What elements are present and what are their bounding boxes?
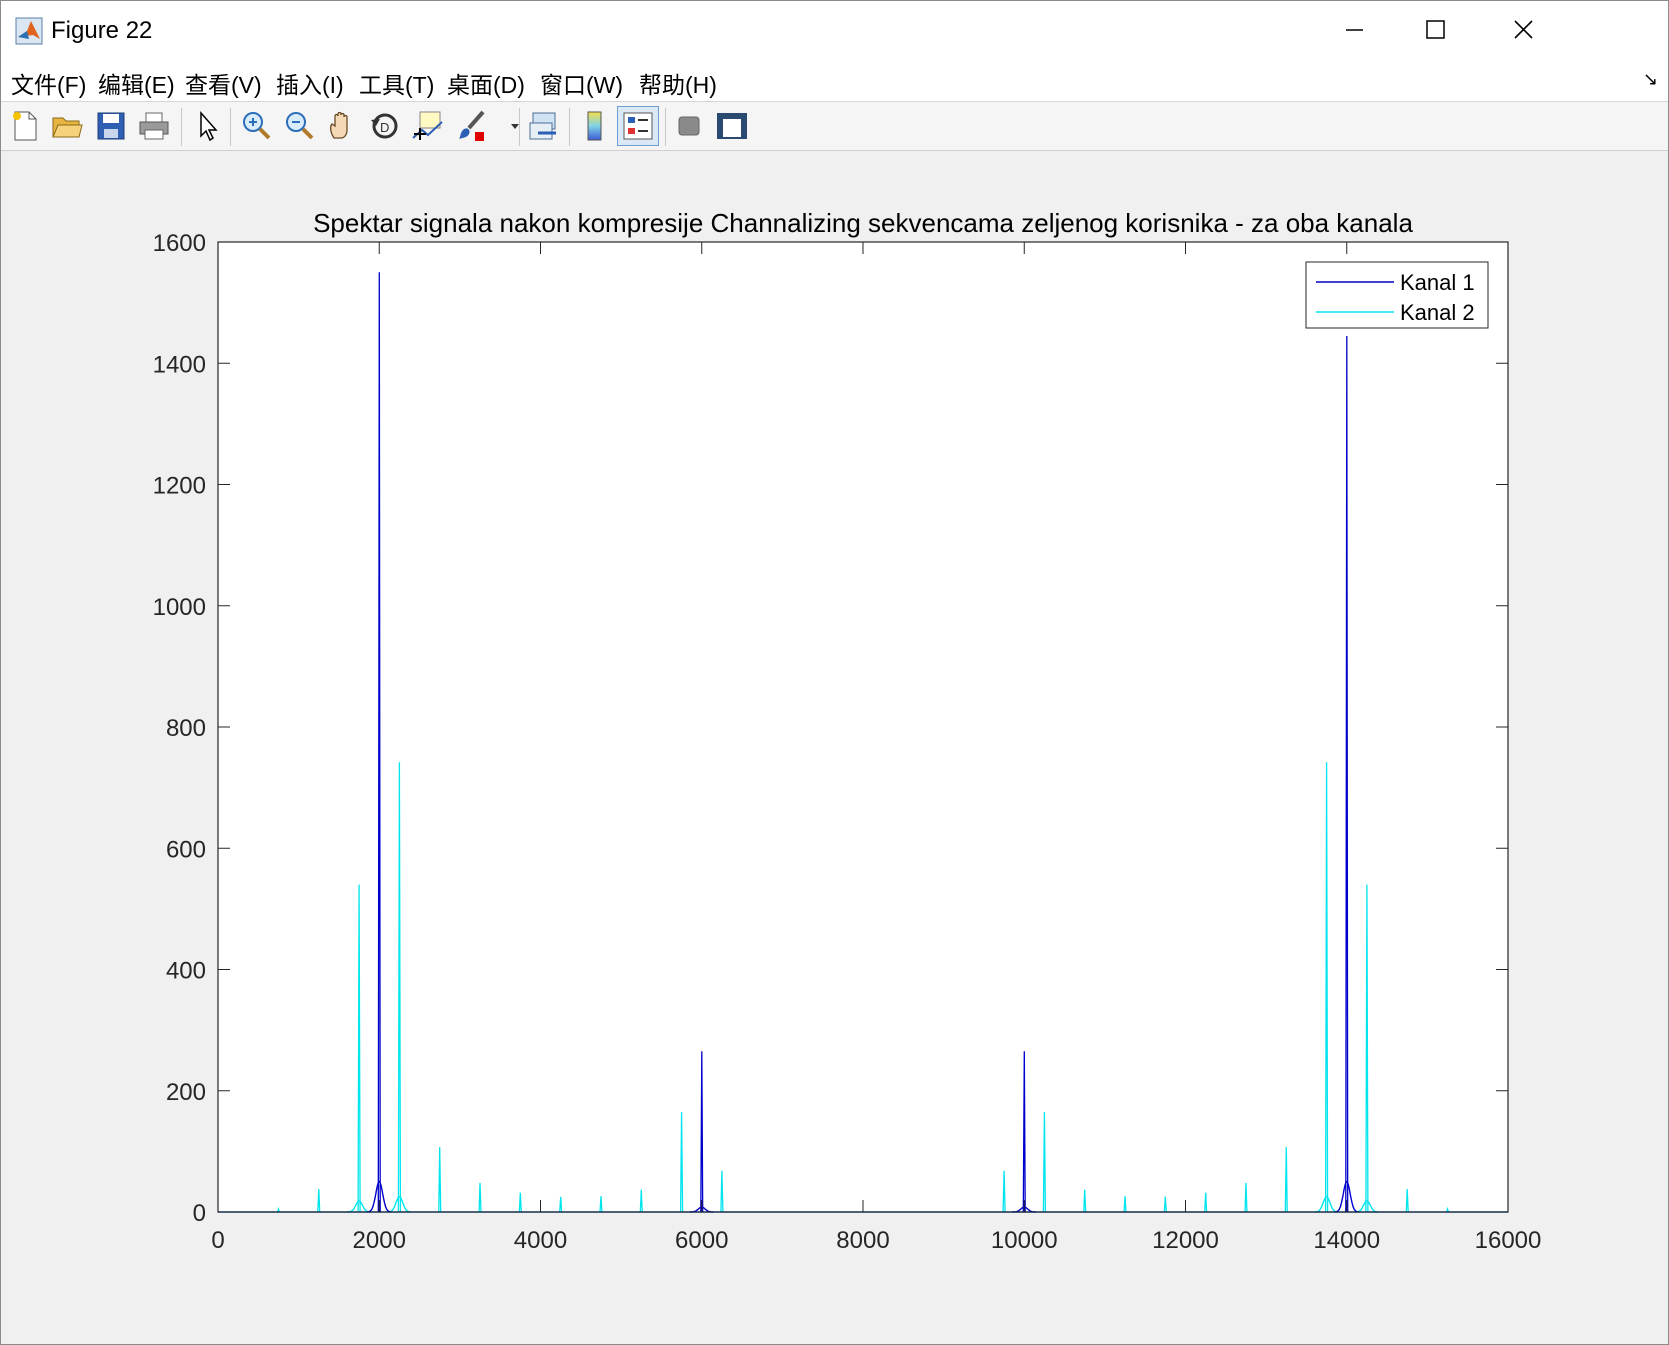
title-bar: Figure 22: [1, 1, 1668, 59]
legend-label-kanal-2: Kanal 2: [1400, 300, 1475, 325]
y-tick-label: 1400: [153, 351, 206, 378]
minimize-icon: [1346, 29, 1363, 31]
colorbar-icon[interactable]: [577, 108, 613, 144]
axes-background: [218, 242, 1508, 1212]
chart: 0 2000 4000 6000 8000 10000 12000 14000 16000 0 20…: [153, 208, 1542, 1254]
pan-icon[interactable]: [324, 108, 360, 144]
minimize-button[interactable]: [1308, 1, 1400, 59]
toolbar-separator: [519, 108, 520, 146]
maximize-button[interactable]: [1393, 1, 1485, 59]
x-tick-label: 6000: [675, 1227, 728, 1254]
y-tick-label: 400: [166, 958, 206, 985]
dock-figure-icon[interactable]: ↘: [1643, 69, 1658, 90]
figure-toolbar: D: [1, 102, 1668, 151]
data-cursor-icon[interactable]: [410, 108, 446, 144]
open-file-icon[interactable]: [49, 108, 85, 144]
legend[interactable]: Kanal 1 Kanal 2: [1305, 261, 1489, 329]
window-title: Figure 22: [51, 17, 153, 44]
menu-file[interactable]: 文件(F): [11, 66, 86, 100]
menu-bar: 文件(F) 编辑(E) 查看(V) 插入(I) 工具(T) 桌面(D) 窗口(W…: [1, 59, 1668, 102]
menu-tools[interactable]: 工具(T): [359, 66, 434, 100]
print-icon[interactable]: [136, 108, 172, 144]
menu-view[interactable]: 查看(V): [185, 66, 262, 100]
new-figure-icon[interactable]: [7, 108, 43, 144]
y-tick-label: 800: [166, 715, 206, 742]
x-tick-label: 16000: [1475, 1227, 1542, 1254]
toolbar-separator: [181, 108, 182, 146]
save-icon[interactable]: [93, 108, 129, 144]
y-tick-label: 1600: [153, 230, 206, 257]
x-tick-label: 12000: [1152, 1227, 1219, 1254]
x-tick-label: 8000: [836, 1227, 889, 1254]
toolbar-separator: [665, 108, 666, 146]
menu-desktop[interactable]: 桌面(D): [447, 66, 525, 100]
menu-window[interactable]: 窗口(W): [540, 66, 623, 100]
pointer-icon[interactable]: [189, 108, 225, 144]
zoom-in-icon[interactable]: [238, 108, 274, 144]
chart-title: Spektar signala nakon kompresije Channal…: [313, 208, 1413, 238]
close-icon: [1514, 20, 1533, 39]
brush-dropdown-arrow-icon[interactable]: [497, 108, 519, 144]
zoom-out-icon[interactable]: [281, 108, 317, 144]
brush-icon[interactable]: [455, 108, 491, 144]
legend-label-kanal-1: Kanal 1: [1400, 270, 1475, 295]
y-tick-label: 200: [166, 1079, 206, 1106]
toolbar-separator: [569, 108, 570, 146]
maximize-icon: [1426, 20, 1445, 39]
show-plot-tools-icon[interactable]: [714, 108, 750, 144]
y-tick-label: 1000: [153, 594, 206, 621]
legend-icon[interactable]: [617, 106, 659, 146]
matlab-logo-icon: [15, 17, 43, 45]
menu-insert[interactable]: 插入(I): [276, 66, 344, 100]
y-tick-label: 600: [166, 836, 206, 863]
link-plot-icon[interactable]: [526, 108, 562, 144]
y-tick-label: 1200: [153, 473, 206, 500]
x-tick-label: 10000: [991, 1227, 1058, 1254]
menu-help[interactable]: 帮助(H): [639, 66, 717, 100]
hide-plot-tools-icon[interactable]: [671, 108, 707, 144]
y-tick-label: 0: [193, 1200, 206, 1227]
svg-text:D: D: [380, 120, 389, 135]
x-tick-label: 14000: [1313, 1227, 1380, 1254]
rotate-3d-icon[interactable]: D: [367, 108, 403, 144]
x-tick-label: 2000: [353, 1227, 406, 1254]
toolbar-separator: [230, 108, 231, 146]
x-tick-label: 4000: [514, 1227, 567, 1254]
menu-edit[interactable]: 编辑(E): [98, 66, 175, 100]
x-tick-label: 0: [211, 1227, 224, 1254]
close-button[interactable]: [1478, 1, 1570, 59]
